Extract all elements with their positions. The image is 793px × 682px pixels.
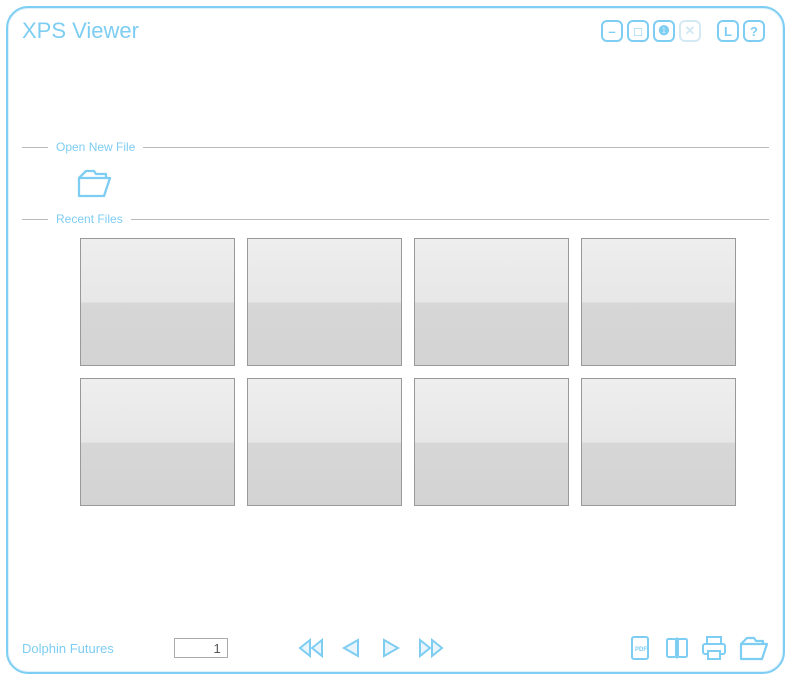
- info-icon: ❶: [658, 23, 670, 39]
- recent-file-thumb[interactable]: [80, 378, 235, 506]
- export-pdf-button[interactable]: PDF: [627, 634, 655, 662]
- recent-file-thumb[interactable]: [414, 378, 569, 506]
- footer-bar: Dolphin Futures: [22, 634, 769, 662]
- close-icon: ✕: [685, 23, 696, 39]
- help-button[interactable]: ?: [743, 20, 765, 42]
- info-button[interactable]: ❶: [653, 20, 675, 42]
- svg-text:PDF: PDF: [635, 647, 647, 653]
- recent-file-thumb[interactable]: [80, 238, 235, 366]
- page-number-input[interactable]: [174, 638, 228, 658]
- print-button[interactable]: [699, 634, 729, 662]
- recent-file-thumb[interactable]: [247, 238, 402, 366]
- open-new-file-header: Open New File: [22, 140, 769, 154]
- language-button[interactable]: L: [717, 20, 739, 42]
- recent-files-label: Recent Files: [56, 212, 123, 226]
- titlebar-controls: – □ ❶ ✕ L ?: [601, 20, 765, 42]
- brand-label: Dolphin Futures: [22, 641, 114, 656]
- help-icon: ?: [750, 24, 758, 39]
- open-file-footer-button[interactable]: [737, 634, 769, 662]
- recent-files-grid: [22, 232, 769, 506]
- folder-open-icon: [76, 166, 116, 200]
- recent-file-thumb[interactable]: [414, 238, 569, 366]
- page-navigation: [298, 636, 444, 660]
- close-button: ✕: [679, 20, 701, 42]
- last-page-button[interactable]: [416, 636, 444, 660]
- open-file-button[interactable]: [76, 166, 116, 200]
- maximize-icon: □: [634, 24, 642, 39]
- open-new-file-label: Open New File: [56, 140, 135, 154]
- recent-file-thumb[interactable]: [581, 378, 736, 506]
- titlebar: XPS Viewer – □ ❶ ✕ L ?: [8, 8, 783, 48]
- recent-files-header: Recent Files: [22, 212, 769, 226]
- maximize-button[interactable]: □: [627, 20, 649, 42]
- language-icon: L: [724, 24, 732, 39]
- app-window: XPS Viewer – □ ❶ ✕ L ?: [6, 6, 785, 674]
- content-area: Open New File Recent Files Dolphin: [8, 48, 783, 672]
- next-page-button[interactable]: [378, 636, 402, 660]
- footer-tools: PDF: [627, 634, 769, 662]
- recent-file-thumb[interactable]: [581, 238, 736, 366]
- recent-file-thumb[interactable]: [247, 378, 402, 506]
- prev-page-button[interactable]: [340, 636, 364, 660]
- page-layout-button[interactable]: [663, 634, 691, 662]
- first-page-button[interactable]: [298, 636, 326, 660]
- minimize-icon: –: [608, 24, 615, 39]
- minimize-button[interactable]: –: [601, 20, 623, 42]
- app-title: XPS Viewer: [22, 18, 139, 44]
